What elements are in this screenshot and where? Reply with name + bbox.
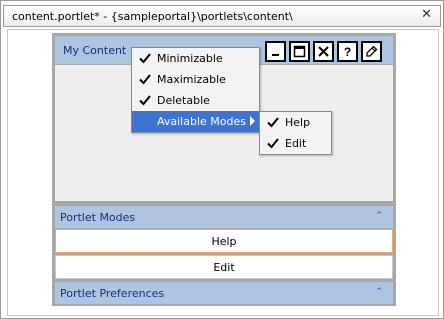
portlet-preferences-label: Portlet Preferences <box>60 287 165 300</box>
edit-button[interactable] <box>361 41 382 62</box>
portlet-window-buttons: ? <box>265 41 382 63</box>
checkmark-icon <box>139 74 151 85</box>
submenu-item-label: Edit <box>285 137 307 150</box>
help-button[interactable]: ? <box>337 41 358 62</box>
submenu-item-help[interactable]: Help <box>260 112 331 133</box>
svg-text:?: ? <box>344 45 351 58</box>
collapse-icon[interactable]: ⌃ <box>375 211 383 221</box>
maximize-icon <box>293 45 306 58</box>
menu-item-label: Maximizable <box>157 73 226 86</box>
minimize-icon <box>272 54 279 56</box>
menu-item-label: Available Modes <box>157 115 246 128</box>
menu-item-deletable[interactable]: Deletable <box>132 90 259 111</box>
pencil-icon <box>366 45 378 57</box>
help-icon: ? <box>344 45 351 58</box>
minimize-button[interactable] <box>265 41 286 62</box>
portlet-title: My Content <box>63 44 127 57</box>
menu-item-maximizable[interactable]: Maximizable <box>132 69 259 90</box>
portlet-modes-header[interactable]: Portlet Modes ⌃ <box>55 206 393 228</box>
close-icon[interactable]: ✕ <box>421 7 432 22</box>
editor-tab-title: content.portlet* - {sampleportal}\portle… <box>12 10 293 23</box>
portlet-modes-label: Portlet Modes <box>60 211 136 224</box>
mode-row-help[interactable]: Help <box>55 229 393 253</box>
context-menu: Minimizable Maximizable Deletable Availa… <box>131 47 260 133</box>
menu-item-label: Deletable <box>157 94 210 107</box>
submenu-arrow-icon <box>250 116 255 126</box>
menu-item-label: Minimizable <box>157 52 223 65</box>
checkmark-icon <box>267 117 279 128</box>
checkmark-icon <box>139 95 151 106</box>
submenu-item-edit[interactable]: Edit <box>260 133 331 154</box>
checkmark-icon <box>139 53 151 64</box>
portlet-preferences-header[interactable]: Portlet Preferences ⌃ <box>55 282 393 304</box>
close-button[interactable] <box>313 41 334 62</box>
submenu-item-label: Help <box>285 116 311 129</box>
close-icon <box>318 46 329 57</box>
mode-row-edit[interactable]: Edit <box>55 255 393 279</box>
menu-item-available-modes[interactable]: Available Modes <box>132 111 259 132</box>
collapse-icon[interactable]: ⌃ <box>375 287 383 297</box>
submenu: Help Edit <box>259 111 332 155</box>
checkmark-icon <box>267 138 279 149</box>
editor-tab[interactable]: content.portlet* - {sampleportal}\portle… <box>3 5 441 27</box>
menu-item-minimizable[interactable]: Minimizable <box>132 48 259 69</box>
maximize-button[interactable] <box>289 41 310 62</box>
